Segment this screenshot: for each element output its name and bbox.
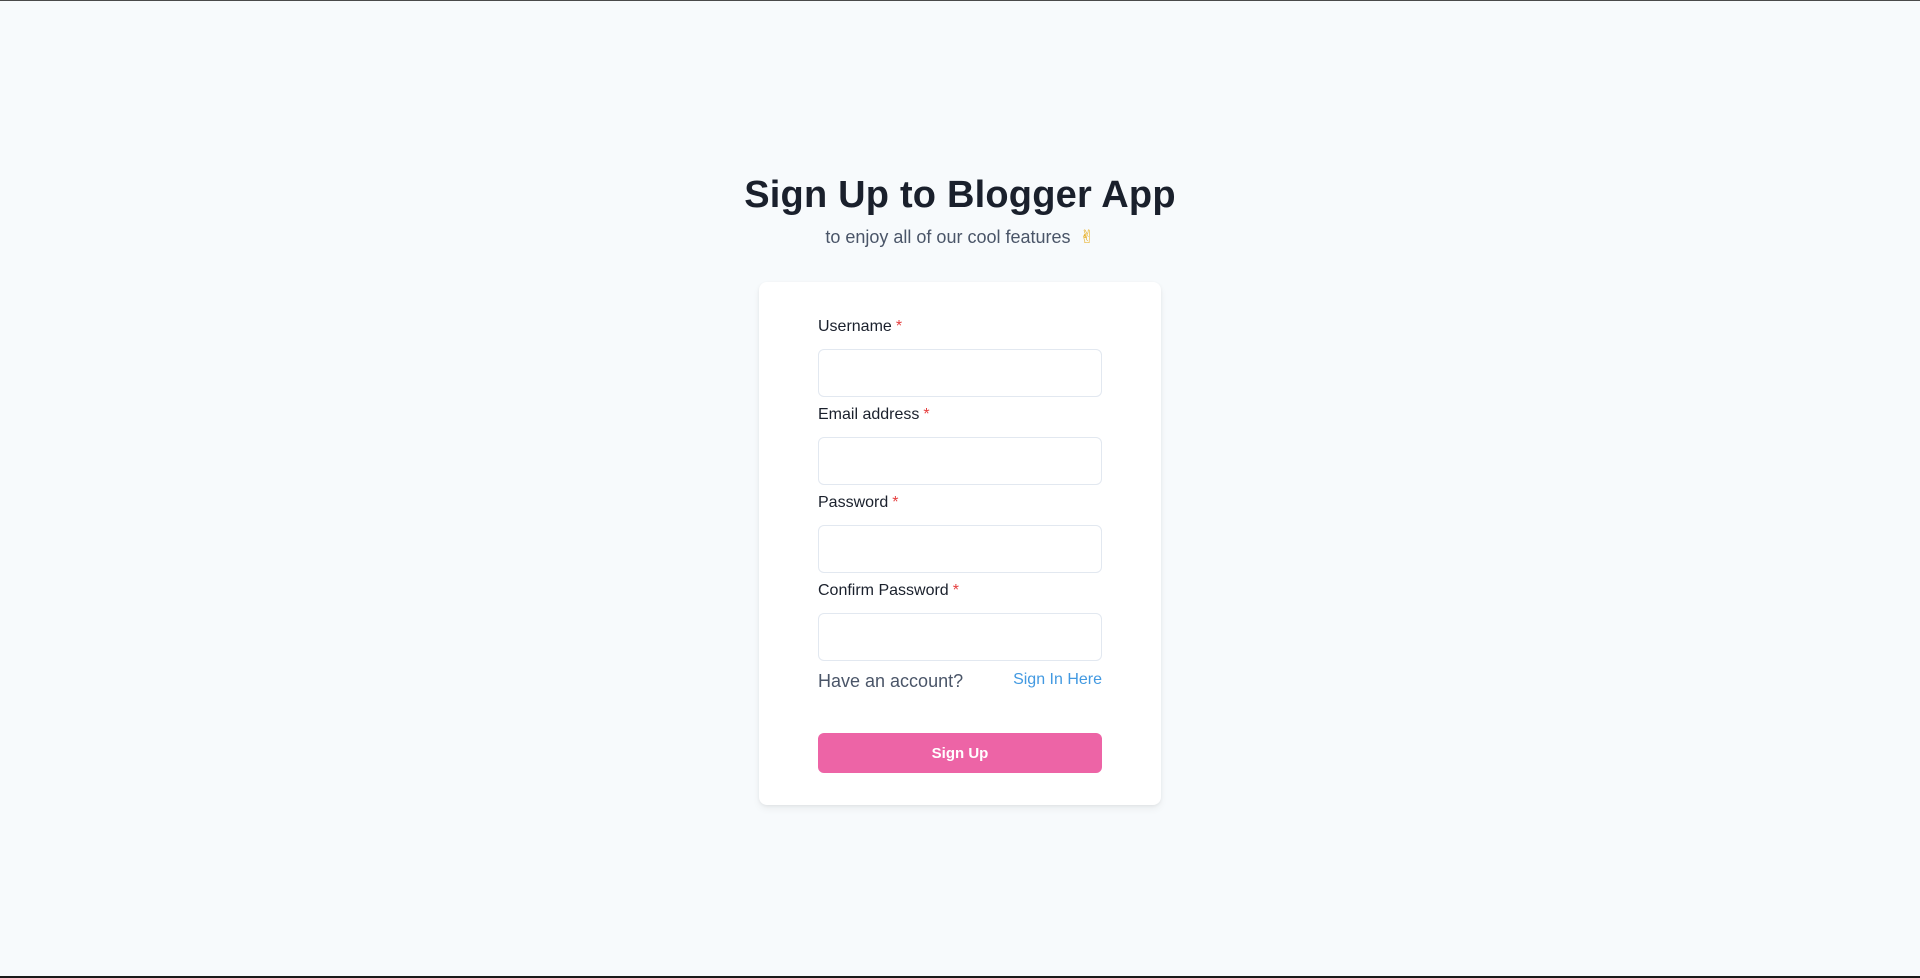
- required-marker: *: [895, 318, 903, 335]
- confirm-password-input[interactable]: [818, 613, 1102, 661]
- subtitle-text: to enjoy all of our cool features: [825, 227, 1071, 247]
- victory-hand-icon: ✌: [1079, 227, 1095, 247]
- required-marker: *: [892, 494, 899, 511]
- sign-in-link[interactable]: Sign In Here: [1013, 671, 1102, 689]
- account-row: Have an account? Sign In Here: [818, 667, 1102, 695]
- account-prompt: Have an account?: [818, 671, 964, 691]
- username-group: Username *: [818, 317, 1102, 397]
- page-header: Sign Up to Blogger App to enjoy all of o…: [0, 170, 1920, 250]
- confirm-password-group: Confirm Password *: [818, 581, 1102, 661]
- email-group: Email address *: [818, 405, 1102, 485]
- signup-card: Username * Email address * Password * Confi…: [759, 282, 1161, 805]
- email-input[interactable]: [818, 437, 1102, 485]
- password-label: Password *: [818, 494, 899, 511]
- confirm-password-label: Confirm Password *: [818, 582, 959, 599]
- top-border: [0, 0, 1920, 1]
- page-subtitle: to enjoy all of our cool features ✌: [0, 224, 1920, 250]
- username-input[interactable]: [818, 349, 1102, 397]
- username-label: Username *: [818, 318, 903, 335]
- password-input[interactable]: [818, 525, 1102, 573]
- email-label: Email address *: [818, 406, 930, 423]
- page-title: Sign Up to Blogger App: [744, 174, 1176, 216]
- required-marker: *: [923, 406, 930, 423]
- sign-up-button[interactable]: Sign Up: [818, 733, 1102, 773]
- required-marker: *: [952, 582, 959, 599]
- password-group: Password *: [818, 493, 1102, 573]
